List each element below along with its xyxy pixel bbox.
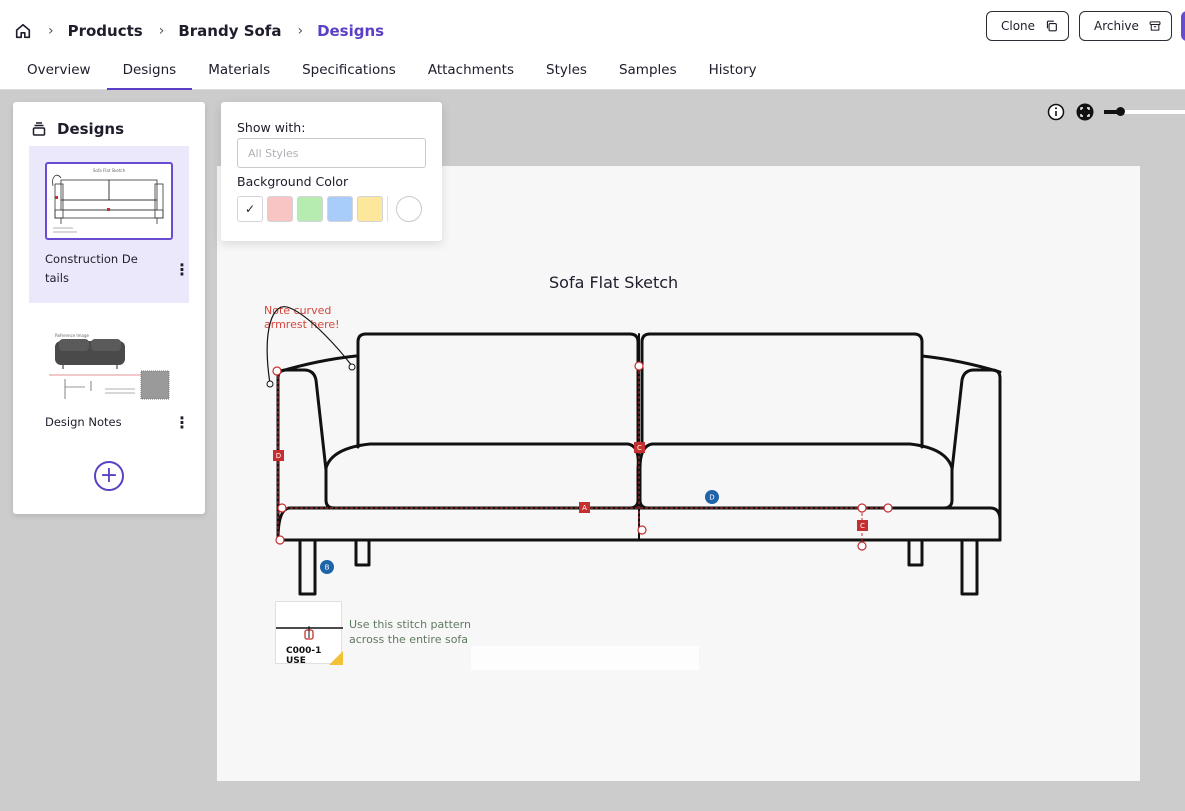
- tab-attachments[interactable]: Attachments: [412, 56, 530, 90]
- design-item-construction-details[interactable]: Sofa Flat Sketch Construction De tails ⋮: [29, 146, 190, 303]
- more-options-icon[interactable]: ⋮: [174, 262, 190, 278]
- tab-styles[interactable]: Styles: [530, 56, 603, 90]
- designs-panel-title: Designs: [31, 120, 124, 138]
- designs-panel: Designs Sofa Flat Sketch Construction De…: [13, 102, 205, 514]
- copy-icon: [1046, 20, 1057, 32]
- archive-button-label: Archive: [1094, 19, 1139, 33]
- canvas-blank-strip: [471, 646, 699, 670]
- more-options-icon[interactable]: ⋮: [174, 415, 190, 431]
- overflow-button-edge[interactable]: [1181, 11, 1185, 41]
- styles-filter-input[interactable]: [237, 138, 426, 168]
- design-item-label-line-1: Construction De: [45, 252, 138, 266]
- chevron-right-icon: ›: [158, 23, 165, 39]
- dimension-label-d: D: [276, 452, 281, 460]
- breadcrumb-products[interactable]: Products: [68, 22, 143, 40]
- clone-button-label: Clone: [1001, 19, 1036, 33]
- tab-materials[interactable]: Materials: [192, 56, 286, 90]
- callout-pin-label-b: B: [325, 564, 330, 572]
- tab-designs[interactable]: Designs: [106, 56, 193, 90]
- dimension-label-c-2: C: [860, 522, 865, 530]
- design-item-label-line-2: tails: [45, 271, 69, 285]
- swatch-blue[interactable]: [327, 196, 353, 222]
- tab-history[interactable]: History: [693, 56, 773, 90]
- layers-icon: [32, 122, 46, 136]
- home-icon[interactable]: [14, 22, 32, 40]
- info-icon[interactable]: [1047, 103, 1065, 121]
- swatch-divider: [387, 196, 388, 222]
- zoom-slider-handle[interactable]: [1116, 107, 1125, 116]
- stitch-note[interactable]: Use this stitch pattern across the entir…: [349, 617, 471, 647]
- callout-pin-label-d: D: [709, 494, 714, 502]
- dimension-label-c: C: [637, 444, 642, 452]
- breadcrumb-brandy-sofa[interactable]: Brandy Sofa: [178, 22, 281, 40]
- design-notes-thumbnail: Reference Image: [49, 333, 170, 400]
- show-with-label: Show with:: [237, 120, 306, 135]
- design-thumbnail[interactable]: Reference Image: [45, 329, 173, 405]
- design-thumbnail[interactable]: Sofa Flat Sketch: [45, 162, 173, 240]
- breadcrumb: › Products › Brandy Sofa › Designs: [14, 18, 384, 44]
- design-item-label: Design Notes: [45, 415, 122, 429]
- background-color-label: Background Color: [237, 174, 349, 189]
- stitch-note-line-2: across the entire sofa: [349, 633, 469, 646]
- sofa-sketch: D C A C D B: [266, 306, 1002, 596]
- design-item-label: Construction De tails: [45, 250, 138, 288]
- design-item-design-notes[interactable]: Reference Image Design Notes ⋮: [29, 323, 190, 443]
- swatch-white[interactable]: ✓: [237, 196, 263, 222]
- show-with-popover: Show with: Background Color ✓: [221, 102, 442, 241]
- tab-specifications[interactable]: Specifications: [286, 56, 412, 90]
- stitch-pattern-card[interactable]: C000-1 USE: [275, 601, 343, 666]
- dimension-label-a: A: [582, 504, 587, 512]
- tab-overview[interactable]: Overview: [11, 56, 107, 90]
- checkmark-icon: ✓: [244, 202, 256, 216]
- swatch-yellow[interactable]: [357, 196, 383, 222]
- tab-samples[interactable]: Samples: [603, 56, 693, 90]
- sofa-thumbnail-sketch: Sofa Flat Sketch: [52, 168, 164, 233]
- breadcrumb-designs: Designs: [317, 22, 385, 40]
- stitch-code: C000-1 USE: [286, 646, 322, 666]
- swatch-green[interactable]: [297, 196, 323, 222]
- thumbnail-title: Sofa Flat Sketch: [93, 168, 126, 173]
- add-design-button[interactable]: +: [94, 461, 124, 491]
- chevron-right-icon: ›: [48, 23, 54, 39]
- design-canvas[interactable]: Sofa Flat Sketch Note curved armrest her…: [217, 166, 1140, 781]
- archive-icon: [1149, 21, 1161, 31]
- swatch-pink[interactable]: [267, 196, 293, 222]
- clone-button[interactable]: Clone: [986, 11, 1069, 41]
- tab-bar: Overview Designs Materials Specification…: [11, 56, 773, 90]
- designs-panel-title-text: Designs: [57, 120, 125, 138]
- thumbnail-title: Reference Image: [55, 333, 89, 338]
- fit-to-screen-icon[interactable]: [1076, 103, 1094, 121]
- plus-icon: +: [99, 463, 119, 488]
- archive-button[interactable]: Archive: [1079, 11, 1172, 41]
- chevron-right-icon: ›: [297, 23, 304, 39]
- top-bar: › Products › Brandy Sofa › Designs Clone…: [0, 0, 1185, 90]
- custom-color-picker[interactable]: [396, 196, 422, 222]
- stitch-note-line-1: Use this stitch pattern: [349, 618, 471, 631]
